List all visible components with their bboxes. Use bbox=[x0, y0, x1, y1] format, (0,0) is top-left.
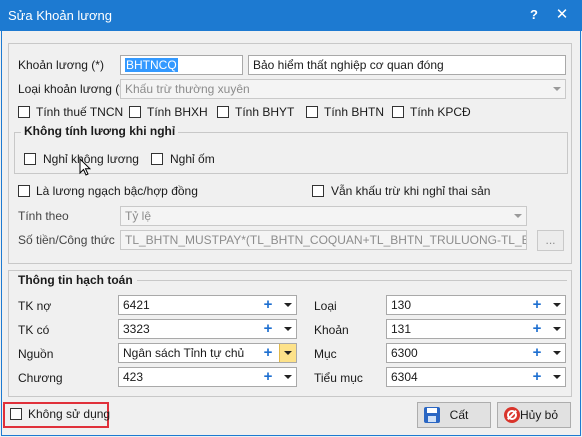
tk-no-combo[interactable]: 6421 + bbox=[118, 295, 297, 315]
la-luong-ngach-checkbox[interactable] bbox=[18, 185, 30, 197]
tk-no-label: TK nợ bbox=[18, 299, 52, 313]
so-tien-cong-thuc-input[interactable]: TL_BHTN_MUSTPAY*(TL_BHTN_COQUAN+TL_BHTN_… bbox=[120, 230, 527, 250]
chevron-down-icon[interactable] bbox=[549, 368, 565, 386]
van-khau-tru-label: Vẫn khấu trừ khi nghỉ thai sản bbox=[331, 184, 491, 198]
khoan-label: Khoản bbox=[314, 323, 349, 337]
chevron-down-icon[interactable] bbox=[549, 320, 565, 338]
accounting-title: Thông tin hạch toán bbox=[18, 273, 133, 287]
tinh-thue-tncn-checkbox[interactable] bbox=[18, 106, 30, 118]
edit-salary-dialog: Sửa Khoản lương ? ✕ Khoản lương (*) BHTN… bbox=[0, 0, 582, 437]
chevron-down-icon[interactable] bbox=[280, 296, 296, 314]
cancel-button-label: Hủy bỏ bbox=[519, 408, 559, 422]
khoan-luong-label: Khoản lương (*) bbox=[18, 58, 104, 72]
tk-no-value: 6421 bbox=[123, 298, 150, 312]
accounting-divider bbox=[137, 280, 567, 281]
loai-value: 130 bbox=[391, 298, 412, 312]
tieu-muc-label: Tiểu mục bbox=[314, 371, 363, 385]
chevron-down-icon[interactable] bbox=[279, 344, 296, 362]
khoan-luong-code-input[interactable]: BHTNCQ bbox=[120, 55, 243, 75]
tinh-theo-value: Tỷ lệ bbox=[125, 209, 152, 223]
tinh-thue-tncn-label: Tính thuế TNCN bbox=[36, 105, 124, 119]
chevron-down-icon[interactable] bbox=[549, 296, 565, 314]
chevron-down-icon[interactable] bbox=[280, 320, 296, 338]
van-khau-tru-checkbox[interactable] bbox=[312, 185, 324, 197]
tieu-muc-combo[interactable]: 6304 + bbox=[386, 367, 566, 387]
tinh-bhxh-label: Tính BHXH bbox=[147, 105, 208, 119]
nghi-khong-luong-checkbox[interactable] bbox=[24, 153, 36, 165]
chevron-down-icon bbox=[510, 207, 526, 225]
khong-su-dung-label: Không sử dụng bbox=[28, 407, 111, 421]
tinh-bhtn-checkbox[interactable] bbox=[306, 106, 318, 118]
save-button-label: Cất bbox=[449, 408, 469, 422]
chevron-down-icon[interactable] bbox=[280, 368, 296, 386]
khoan-combo[interactable]: 131 + bbox=[386, 319, 566, 339]
chevron-down-icon[interactable] bbox=[549, 344, 565, 362]
tinh-bhyt-checkbox[interactable] bbox=[217, 106, 229, 118]
loai-combo[interactable]: 130 + bbox=[386, 295, 566, 315]
nguon-combo[interactable]: Ngân sách Tỉnh tự chủ + bbox=[118, 343, 297, 363]
tinh-theo-label: Tính theo bbox=[18, 209, 69, 223]
tinh-bhtn-label: Tính BHTN bbox=[324, 105, 385, 119]
title-bar: Sửa Khoản lương ? ✕ bbox=[0, 0, 582, 31]
window-title: Sửa Khoản lương bbox=[8, 8, 112, 23]
muc-label: Mục bbox=[314, 347, 337, 361]
help-icon[interactable]: ? bbox=[527, 6, 541, 24]
chuong-label: Chương bbox=[18, 371, 63, 385]
tieu-muc-value: 6304 bbox=[391, 370, 418, 384]
loai-label: Loại bbox=[314, 299, 337, 313]
loai-khoan-luong-label: Loại khoản lương (*) bbox=[18, 82, 128, 96]
khong-su-dung-checkbox[interactable] bbox=[10, 408, 22, 420]
add-icon[interactable]: + bbox=[530, 297, 544, 313]
loai-khoan-luong-value: Khấu trừ thường xuyên bbox=[125, 82, 250, 96]
add-icon[interactable]: + bbox=[530, 345, 544, 361]
nguon-label: Nguồn bbox=[18, 347, 54, 361]
add-icon[interactable]: + bbox=[261, 369, 275, 385]
add-icon[interactable]: + bbox=[261, 345, 275, 361]
tinh-kpcd-checkbox[interactable] bbox=[392, 106, 404, 118]
close-icon[interactable]: ✕ bbox=[551, 6, 573, 24]
add-icon[interactable]: + bbox=[530, 321, 544, 337]
la-luong-ngach-label: Là lương ngạch bậc/hợp đồng bbox=[36, 184, 198, 198]
tinh-theo-select[interactable]: Tỷ lệ bbox=[120, 206, 527, 226]
khoan-value: 131 bbox=[391, 322, 412, 336]
tk-co-combo[interactable]: 3323 + bbox=[118, 319, 297, 339]
muc-value: 6300 bbox=[391, 346, 418, 360]
khoan-luong-code-text: BHTNCQ bbox=[125, 58, 178, 72]
add-icon[interactable]: + bbox=[261, 321, 275, 337]
chevron-down-icon bbox=[549, 80, 565, 98]
khoan-luong-name-input[interactable]: Bảo hiểm thất nghiệp cơ quan đóng bbox=[248, 55, 566, 75]
cancel-button[interactable]: Hủy bỏ bbox=[497, 402, 571, 428]
tinh-kpcd-label: Tính KPCĐ bbox=[410, 105, 471, 119]
mouse-cursor-icon bbox=[79, 158, 91, 176]
add-icon[interactable]: + bbox=[261, 297, 275, 313]
chuong-value: 423 bbox=[123, 370, 144, 384]
tinh-bhxh-checkbox[interactable] bbox=[129, 106, 141, 118]
formula-ellipsis-button[interactable]: ... bbox=[537, 230, 564, 251]
save-button[interactable]: Cất bbox=[417, 402, 491, 428]
muc-combo[interactable]: 6300 + bbox=[386, 343, 566, 363]
tk-co-value: 3323 bbox=[123, 322, 150, 336]
so-tien-label: Số tiền/Công thức bbox=[18, 233, 115, 247]
khong-tinh-luong-title: Không tính lương khi nghỉ bbox=[21, 124, 179, 138]
tinh-bhyt-label: Tính BHYT bbox=[235, 105, 295, 119]
tk-co-label: TK có bbox=[18, 323, 50, 337]
loai-khoan-luong-select[interactable]: Khấu trừ thường xuyên bbox=[120, 79, 566, 99]
add-icon[interactable]: + bbox=[530, 369, 544, 385]
nghi-om-label: Nghỉ ốm bbox=[170, 152, 215, 166]
nghi-om-checkbox[interactable] bbox=[151, 153, 163, 165]
nguon-value: Ngân sách Tỉnh tự chủ bbox=[123, 346, 245, 360]
chuong-combo[interactable]: 423 + bbox=[118, 367, 297, 387]
